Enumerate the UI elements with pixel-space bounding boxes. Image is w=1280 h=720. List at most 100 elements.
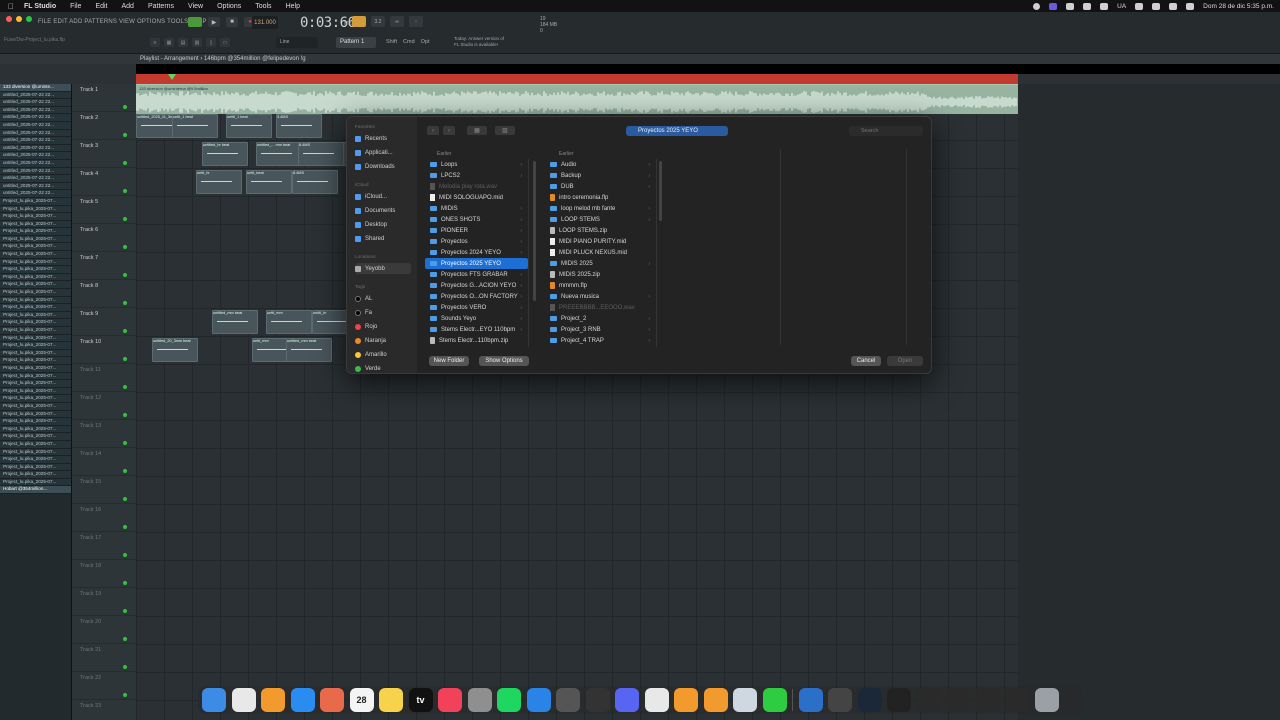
playlist-grid-empty[interactable] bbox=[1018, 84, 1280, 720]
file-item[interactable]: LOOP STEMS › bbox=[545, 214, 656, 225]
preview-icon[interactable] bbox=[733, 688, 757, 712]
timeline-ruler[interactable] bbox=[136, 74, 1018, 84]
menu-options[interactable]: Options bbox=[217, 3, 241, 10]
sidebar-item-desktop[interactable]: Desktop bbox=[355, 219, 411, 230]
track-enable-led[interactable] bbox=[123, 637, 127, 641]
file-item[interactable]: loop melod mb fante › bbox=[545, 203, 656, 214]
track-enable-led[interactable] bbox=[123, 469, 127, 473]
file-item[interactable]: Stems Electr...EYO 110bpm › bbox=[425, 324, 528, 335]
browser-item[interactable]: Project_lu.pika_2025-07... bbox=[0, 289, 71, 297]
sidebar-item-yeyobb[interactable]: Yeyobb bbox=[355, 263, 411, 274]
facetime-icon[interactable] bbox=[762, 688, 787, 712]
control-center-icon[interactable] bbox=[1169, 2, 1178, 10]
track-header[interactable]: Track 5 bbox=[72, 196, 136, 224]
pattern-clip[interactable]: untit_beat bbox=[246, 170, 292, 194]
pattern-clip[interactable]: untit_1 beat bbox=[172, 114, 218, 138]
track-enable-led[interactable] bbox=[123, 217, 127, 221]
file-item[interactable]: Proyectos FTS GRABAR › bbox=[425, 269, 528, 280]
browser-item[interactable]: Project_lu.pika_2025-07... bbox=[0, 372, 71, 381]
browser-item[interactable]: untitled_2025-07-22 22... bbox=[0, 167, 71, 176]
extension-icon[interactable] bbox=[1066, 2, 1075, 10]
location-popup[interactable]: Proyectos 2025 YEYO bbox=[626, 126, 728, 136]
pattern-clip[interactable]: untitled_20_3mm beat bbox=[152, 338, 198, 362]
file-item[interactable]: intro ceremonia.flp bbox=[545, 192, 656, 203]
browser-item[interactable]: Project_lu.pika_2025-07... bbox=[0, 197, 71, 206]
browser-item[interactable]: untitled_2025-07-22 22... bbox=[0, 175, 71, 183]
timeline-ruler-empty[interactable] bbox=[1018, 74, 1280, 84]
browser-item[interactable]: Project_lu.pika_2025-07... bbox=[0, 364, 71, 373]
clock-label[interactable]: Dom 28 de dic 5:35 p.m. bbox=[1203, 3, 1274, 10]
track-header[interactable]: Track 10 bbox=[72, 336, 136, 364]
file-item[interactable]: Proyectos 2025 YEYO › bbox=[425, 258, 528, 269]
browser-item[interactable]: Project_lu.pika_2025-07... bbox=[0, 418, 71, 426]
browser-item[interactable]: Project_lu.pika_2025-07... bbox=[0, 235, 71, 244]
sidebar-item-recents[interactable]: Recents bbox=[355, 133, 411, 144]
pat-song-toggle[interactable] bbox=[188, 17, 202, 27]
menu-add[interactable]: Add bbox=[122, 3, 134, 10]
photos-icon[interactable] bbox=[320, 688, 344, 712]
news-panel[interactable]: Today: Answer version of FL Studio is av… bbox=[454, 36, 504, 47]
record-status-icon[interactable] bbox=[1033, 2, 1041, 10]
recent-window-2-icon[interactable] bbox=[916, 688, 941, 712]
browser-item[interactable]: Project_lu.pika_2025-07... bbox=[0, 311, 71, 320]
browser-item[interactable]: untitled_2025-07-22 22... bbox=[0, 159, 71, 168]
track-header[interactable]: Track 7 bbox=[72, 252, 136, 280]
file-item[interactable]: DUB › bbox=[545, 181, 656, 192]
track-header[interactable]: Track 3 bbox=[72, 140, 136, 168]
fl-studio-icon[interactable] bbox=[261, 688, 285, 712]
file-item[interactable]: MIDI PLUCK NEXUS.mid bbox=[545, 247, 656, 258]
track-header[interactable]: Track 13 bbox=[72, 420, 136, 448]
calendar-icon[interactable]: 28 bbox=[349, 688, 374, 712]
browser-item[interactable]: Project_lu.pika_2025-07... bbox=[0, 448, 71, 457]
xcode-icon[interactable] bbox=[798, 688, 823, 712]
track-enable-led[interactable] bbox=[123, 301, 127, 305]
snap-select[interactable]: Line bbox=[276, 37, 318, 48]
track-enable-led[interactable] bbox=[123, 273, 127, 277]
cmd-button[interactable]: Cmd bbox=[403, 39, 415, 45]
recent-window-4-icon[interactable] bbox=[975, 688, 1000, 712]
new-folder-button[interactable]: New Folder bbox=[429, 356, 469, 366]
track-enable-led[interactable] bbox=[123, 441, 127, 445]
browser-item[interactable]: Project_lu.pika_2025-07... bbox=[0, 357, 71, 365]
file-item[interactable]: Proyectos O...ON FACTORY › bbox=[425, 291, 528, 302]
pattern-clip[interactable]: 8.4MS bbox=[298, 142, 344, 166]
browser-item[interactable]: untitled_2025-07-22 22... bbox=[0, 106, 71, 115]
stop-button[interactable]: ■ bbox=[226, 17, 238, 27]
browser-item[interactable]: Project_lu.pika_2025-07... bbox=[0, 342, 71, 350]
track-header[interactable]: Track 8 bbox=[72, 280, 136, 308]
browser-item[interactable]: untitled_2025-07-22 22... bbox=[0, 137, 71, 145]
browser-item[interactable]: Hobart @354million... bbox=[0, 486, 71, 495]
file-item[interactable]: Proyectos VERO › bbox=[425, 302, 528, 313]
loop-record-button[interactable]: ∞ bbox=[390, 16, 404, 27]
tag-item[interactable]: Naranja bbox=[355, 335, 411, 346]
track-header[interactable]: Track 23 bbox=[72, 700, 136, 720]
menu-patterns[interactable]: Patterns bbox=[148, 3, 174, 10]
pattern-clip[interactable]: untitl_1 beat bbox=[226, 114, 272, 138]
wifi-icon[interactable] bbox=[1135, 2, 1144, 10]
pattern-clip[interactable]: untitled_mm beat bbox=[212, 310, 258, 334]
browser-item[interactable]: 133 diversion @uminte... bbox=[0, 84, 71, 92]
finder-icon[interactable] bbox=[202, 688, 226, 712]
fl-studio-3-icon[interactable] bbox=[703, 688, 728, 712]
close-window-button[interactable] bbox=[6, 16, 12, 22]
pdf-icon[interactable] bbox=[644, 688, 669, 712]
column-1-scrollbar[interactable] bbox=[533, 161, 536, 301]
browser-item[interactable]: Project_lu.pika_2025-07... bbox=[0, 243, 71, 252]
sidebar-item-downloads[interactable]: Downloads bbox=[355, 161, 411, 172]
track-enable-led[interactable] bbox=[123, 385, 127, 389]
tag-item[interactable]: Rojo bbox=[355, 321, 411, 332]
track-enable-led[interactable] bbox=[123, 245, 127, 249]
browser-item[interactable]: Project_lu.pika_2025-07... bbox=[0, 456, 71, 464]
browser-item[interactable]: Project_lu.pika_2025-07... bbox=[0, 205, 71, 214]
opt-button[interactable]: Opt bbox=[421, 39, 430, 45]
recent-window-3-icon[interactable] bbox=[946, 688, 970, 712]
track-enable-led[interactable] bbox=[123, 665, 127, 669]
browser-item[interactable]: Project_lu.pika_2025-07... bbox=[0, 228, 71, 236]
file-item[interactable]: Stems Electr...110bpm.zip bbox=[425, 335, 528, 346]
file-item[interactable]: MIDIS › bbox=[425, 203, 528, 214]
group-button[interactable]: ▧ bbox=[495, 126, 515, 135]
column-2-scrollbar[interactable] bbox=[659, 161, 662, 221]
recent-window-icon[interactable] bbox=[887, 688, 911, 712]
sidebar-item-documents[interactable]: Documents bbox=[355, 205, 411, 216]
browser-item[interactable]: untitled_2025-07-22 22... bbox=[0, 190, 71, 198]
